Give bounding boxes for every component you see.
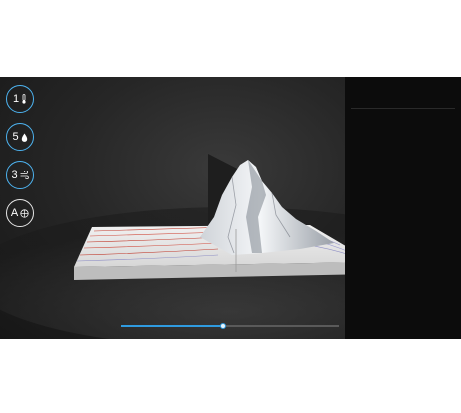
3d-viewport[interactable]: 1 5 3 A: [0, 77, 461, 339]
layer-number: 1: [12, 92, 20, 105]
thermometer-icon: [22, 94, 26, 104]
compass-icon: [20, 208, 29, 218]
temperature-layer-button[interactable]: 1: [6, 85, 34, 113]
slider-progress: [121, 325, 224, 327]
wind-icon: [20, 171, 29, 179]
water-drop-icon: [21, 133, 27, 142]
wind-layer-button[interactable]: 3: [6, 161, 34, 189]
layer-number: 5: [12, 130, 19, 143]
info-panel: [345, 77, 461, 339]
layer-number: A: [10, 206, 19, 219]
orientation-button[interactable]: A: [6, 199, 34, 227]
time-slider[interactable]: [121, 323, 339, 329]
panel-divider: [351, 108, 455, 109]
precipitation-layer-button[interactable]: 5: [6, 123, 34, 151]
layer-number: 3: [11, 168, 18, 181]
